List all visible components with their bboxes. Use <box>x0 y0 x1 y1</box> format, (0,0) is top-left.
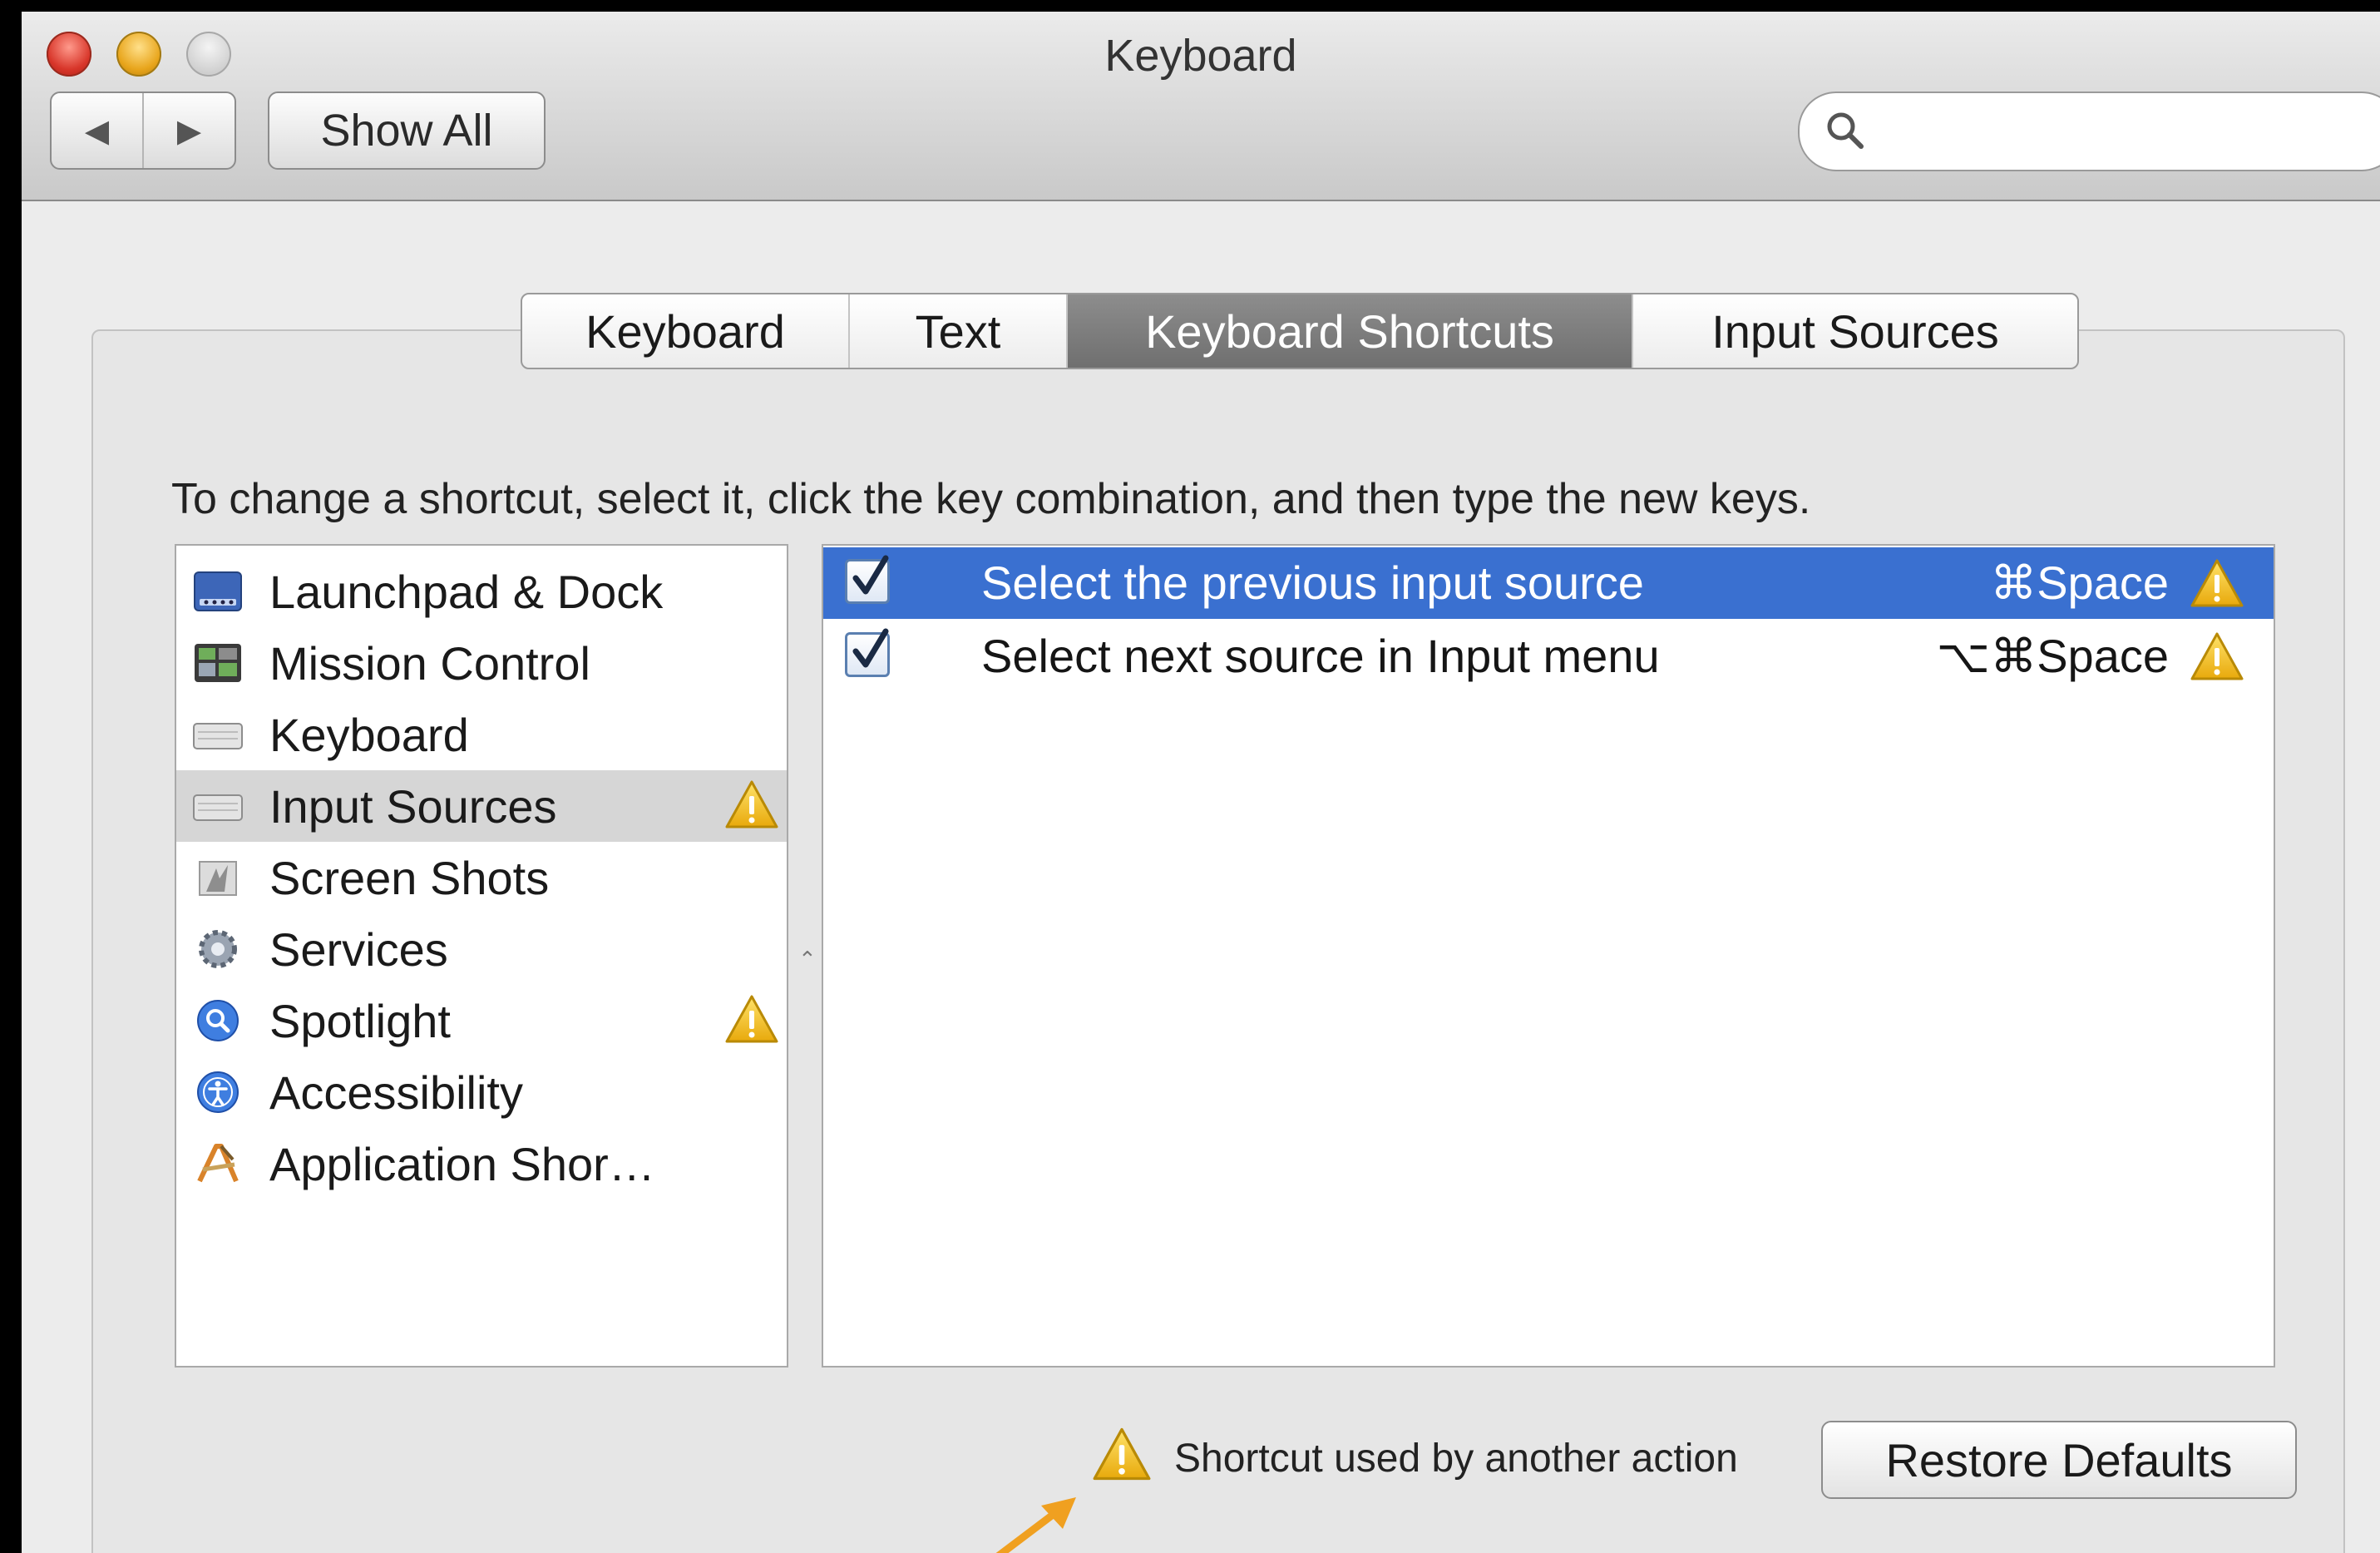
restore-defaults-button[interactable]: Restore Defaults <box>1821 1421 2297 1499</box>
category-label: Services <box>269 922 448 976</box>
shortcut-key-combination[interactable]: ⌘Space <box>1990 556 2169 611</box>
category-launchpad-dock[interactable]: Launchpad & Dock <box>176 556 787 627</box>
warning-icon <box>2190 631 2244 682</box>
checkmark-icon <box>852 555 889 595</box>
category-label: Application Shor… <box>269 1137 655 1190</box>
screen-shots-icon <box>199 861 237 896</box>
show-all-button[interactable]: Show All <box>268 91 546 170</box>
warning-icon <box>725 779 778 830</box>
category-screen-shots[interactable]: Screen Shots <box>176 842 787 913</box>
forward-arrow-icon: ▶ <box>176 113 202 149</box>
warning-icon <box>2190 557 2244 609</box>
back-button[interactable]: ◀ <box>52 93 142 168</box>
category-input-sources[interactable]: Input Sources <box>176 770 787 842</box>
annotation-arrow-icon <box>995 1497 1076 1553</box>
app-shortcuts-icon <box>197 1144 239 1183</box>
shortcut-label: Select next source in Input menu <box>981 630 1660 682</box>
category-keyboard[interactable]: Keyboard <box>176 699 787 770</box>
category-label: Launchpad & Dock <box>269 565 664 618</box>
title-bar: Keyboard ◀ ▶ Show All <box>22 12 2380 201</box>
category-label: Keyboard <box>269 708 469 761</box>
mission-control-icon <box>195 644 241 682</box>
category-spotlight[interactable]: Spotlight <box>176 985 787 1056</box>
preferences-window: Keyboard ◀ ▶ Show All Keyboard Text Keyb… <box>22 12 2380 1553</box>
legend-text: Shortcut used by another action <box>1174 1437 1738 1481</box>
spotlight-icon <box>197 1000 239 1041</box>
back-arrow-icon: ◀ <box>84 113 110 149</box>
shortcut-categories-list: Launchpad & Dock Mission Control Keyboar… <box>175 544 788 1368</box>
category-label: Mission Control <box>269 636 590 690</box>
shortcuts-list: Select the previous input source ⌘Space … <box>822 544 2275 1368</box>
category-accessibility[interactable]: Accessibility <box>176 1056 787 1128</box>
accessibility-icon <box>197 1071 239 1113</box>
forward-button[interactable]: ▶ <box>142 93 235 168</box>
category-mission-control[interactable]: Mission Control <box>176 627 787 699</box>
input-sources-icon <box>193 794 243 821</box>
tab-keyboard[interactable]: Keyboard <box>522 294 848 368</box>
search-field[interactable] <box>1798 91 2380 171</box>
search-icon <box>1827 112 1864 149</box>
shortcut-label: Select the previous input source <box>981 556 1644 609</box>
window-title: Keyboard <box>1104 31 1297 81</box>
split-view-divider-handle[interactable]: ⌃ <box>798 947 817 972</box>
tab-text[interactable]: Text <box>848 294 1066 368</box>
category-application-shortcuts[interactable]: Application Shor… <box>176 1128 787 1199</box>
back-forward-control: ◀ ▶ <box>50 91 236 170</box>
shortcut-enabled-checkbox[interactable] <box>845 555 890 604</box>
instructions-text: To change a shortcut, select it, click t… <box>171 475 1811 523</box>
warning-icon <box>725 993 778 1045</box>
services-gear-icon <box>199 930 237 968</box>
tab-input-sources[interactable]: Input Sources <box>1632 294 2077 368</box>
category-services[interactable]: Services <box>176 913 787 985</box>
launchpad-dock-icon <box>194 571 242 611</box>
category-label: Spotlight <box>269 994 451 1047</box>
tab-keyboard-shortcuts[interactable]: Keyboard Shortcuts <box>1066 294 1632 368</box>
shortcut-enabled-checkbox[interactable] <box>845 628 890 677</box>
keyboard-icon <box>193 723 243 749</box>
shortcut-key-combination[interactable]: ⌥⌘Space <box>1937 629 2169 684</box>
category-label: Accessibility <box>269 1066 523 1119</box>
shortcut-row[interactable]: Select the previous input source ⌘Space <box>823 547 2274 619</box>
category-label: Screen Shots <box>269 851 550 904</box>
category-label: Input Sources <box>269 779 557 833</box>
warning-icon <box>1093 1426 1151 1482</box>
shortcut-row[interactable]: Select next source in Input menu ⌥⌘Space <box>823 621 2274 692</box>
tab-bar: Keyboard Text Keyboard Shortcuts Input S… <box>521 293 2079 369</box>
checkmark-icon <box>852 628 889 668</box>
